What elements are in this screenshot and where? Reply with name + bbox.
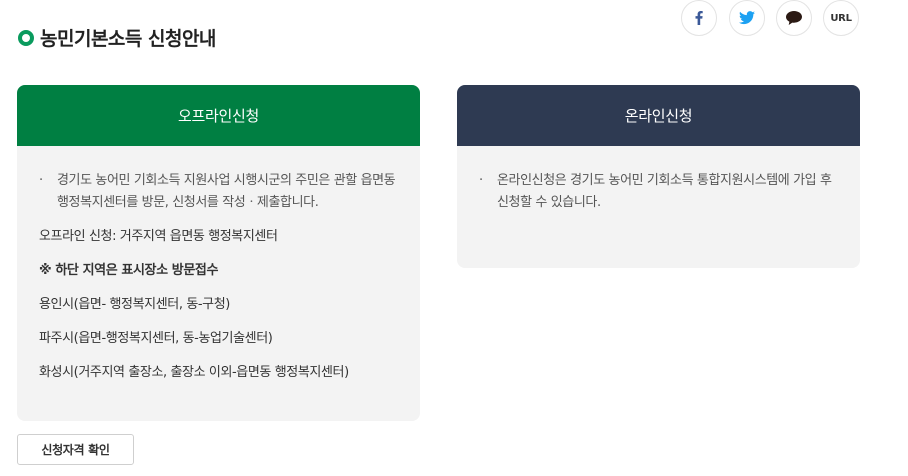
bullet-dot: · [39, 173, 43, 188]
offline-card-body: · 경기도 농어민 기회소득 지원사업 시행시군의 주민은 관할 읍면동 행정복… [17, 146, 420, 404]
offline-card-header: 오프라인신청 [17, 85, 420, 146]
share-facebook-button[interactable] [681, 0, 717, 36]
page-title: 농민기본소득 신청안내 [40, 28, 216, 50]
offline-line: 파주시(읍면-행정복지센터, 동-농업기술센터) [39, 331, 273, 346]
offline-card: 오프라인신청 · 경기도 농어민 기회소득 지원사업 시행시군의 주민은 관할 … [17, 85, 420, 421]
online-bullet-text: 온라인신청은 경기도 농어민 기회소득 통합지원시스템에 가입 후 신청할 수 … [497, 173, 832, 210]
offline-line: 용인시(읍면- 행정복지센터, 동-구청) [39, 297, 230, 312]
bullet-dot: · [479, 173, 483, 188]
eligibility-check-button[interactable]: 신청자격 확인 [17, 434, 134, 465]
offline-bullet: · 경기도 농어민 기회소득 지원사업 시행시군의 주민은 관할 읍면동 행정복… [39, 170, 400, 214]
online-card-body: · 온라인신청은 경기도 농어민 기회소득 통합지원시스템에 가입 후 신청할 … [457, 146, 860, 234]
online-bullet: · 온라인신청은 경기도 농어민 기회소득 통합지원시스템에 가입 후 신청할 … [479, 170, 840, 214]
offline-card-title: 오프라인신청 [177, 107, 259, 125]
offline-line: 오프라인 신청: 거주지역 읍면동 행정복지센터 [39, 229, 278, 244]
title-bullet-icon [18, 29, 34, 46]
share-url-button[interactable]: URL [823, 0, 859, 36]
facebook-icon [695, 11, 703, 25]
online-card: 온라인신청 · 온라인신청은 경기도 농어민 기회소득 통합지원시스템에 가입 … [457, 85, 860, 268]
share-url-label: URL [830, 12, 852, 24]
share-comment-button[interactable] [776, 0, 812, 36]
page-title-row: 농민기본소득 신청안내 [18, 24, 216, 51]
offline-bullet-text: 경기도 농어민 기회소득 지원사업 시행시군의 주민은 관할 읍면동 행정복지센… [57, 173, 396, 210]
offline-line: 화성시(거주지역 출장소, 출장소 이외-읍면동 행정복지센터) [39, 365, 349, 380]
online-card-title: 온라인신청 [624, 107, 693, 125]
online-card-header: 온라인신청 [457, 85, 860, 146]
speech-bubble-icon [786, 11, 802, 25]
offline-notice: ※ 하단 지역은 표시장소 방문접수 [39, 263, 219, 278]
twitter-icon [739, 11, 755, 25]
share-twitter-button[interactable] [729, 0, 765, 36]
